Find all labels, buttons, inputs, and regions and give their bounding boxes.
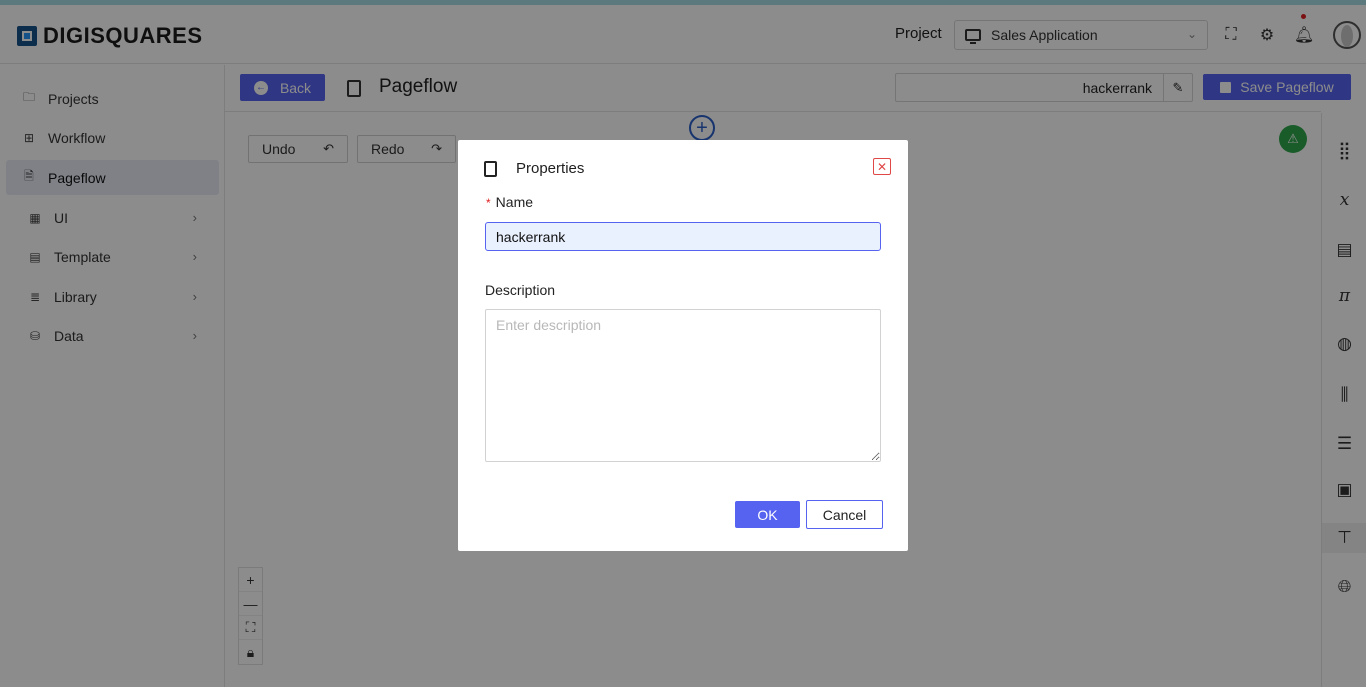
dialog-title: Properties: [516, 160, 585, 177]
close-icon[interactable]: ✕: [873, 158, 891, 175]
description-label: Description: [485, 282, 556, 298]
properties-dialog: Properties ✕ * Name Description OK Cancel: [458, 140, 908, 551]
ok-button[interactable]: OK: [735, 501, 800, 528]
name-input[interactable]: [485, 222, 881, 251]
name-label: * Name: [486, 194, 533, 210]
name-label-text: Name: [495, 194, 534, 210]
page-icon: [484, 161, 497, 177]
cancel-button[interactable]: Cancel: [806, 500, 883, 529]
description-textarea[interactable]: [485, 309, 881, 462]
required-asterisk: *: [486, 196, 491, 210]
